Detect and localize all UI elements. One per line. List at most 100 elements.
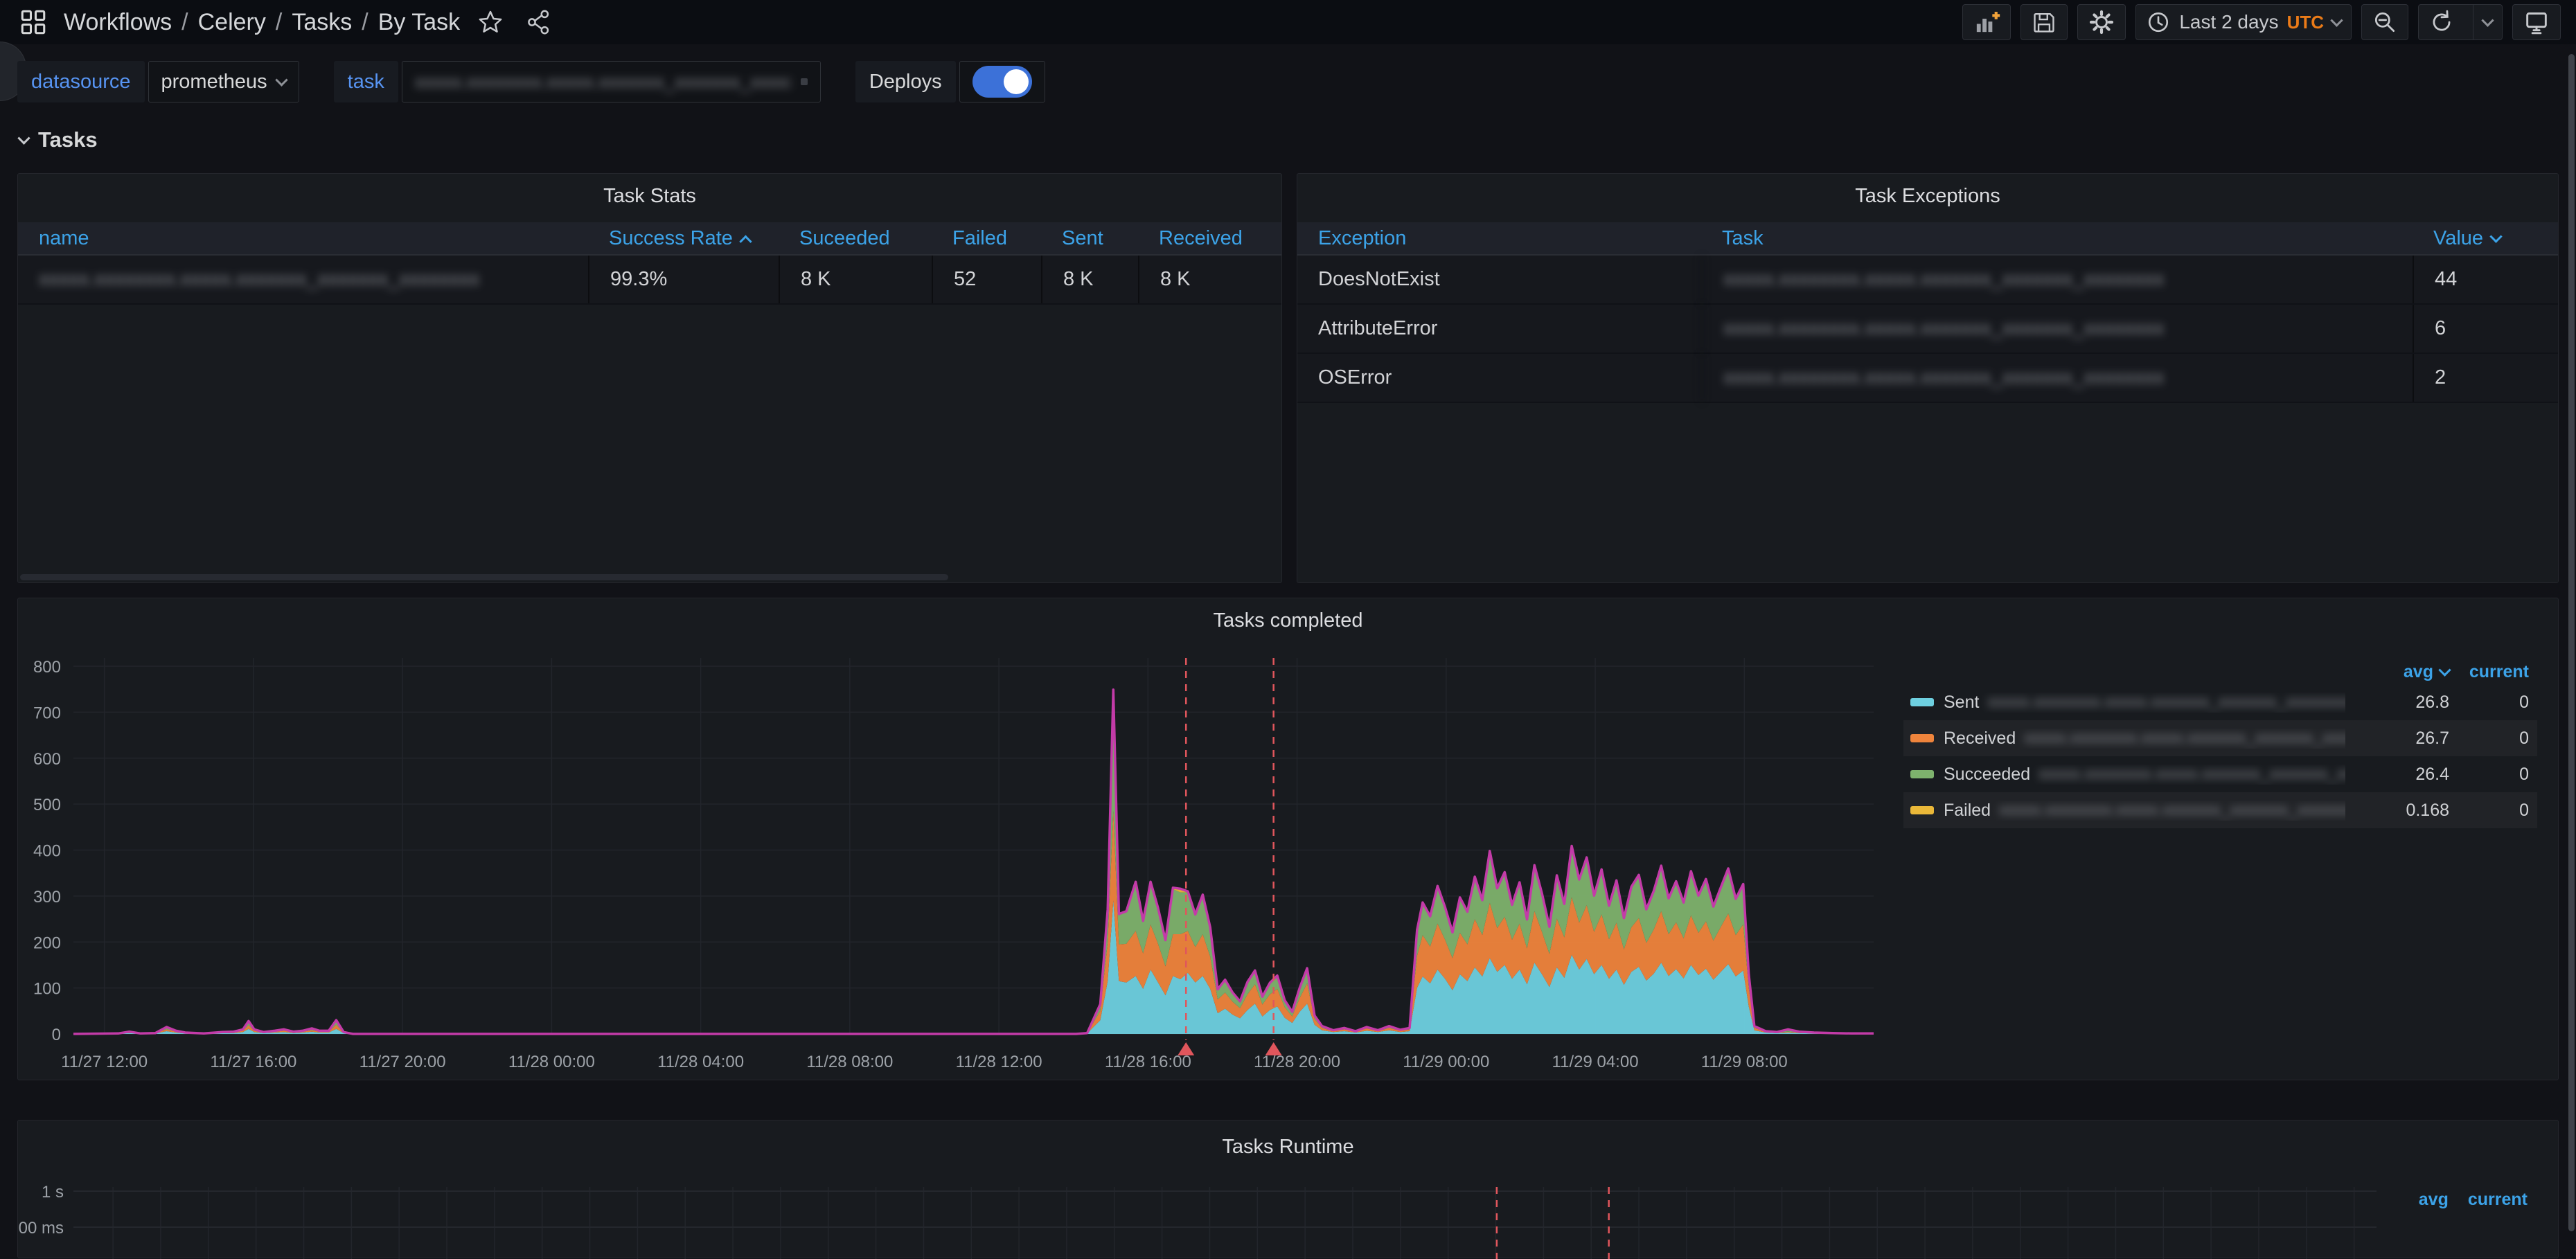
dashboard-submenu: datasource prometheus task xxxxx.xxxxxxx… [17, 61, 1045, 102]
save-dashboard-button[interactable] [2020, 4, 2068, 40]
refresh-button-group [2418, 4, 2503, 40]
add-panel-button[interactable] [1962, 4, 2011, 40]
star-icon[interactable] [472, 4, 508, 40]
legend-header-avg[interactable]: avg [2345, 662, 2449, 682]
dashboard-settings-button[interactable] [2077, 4, 2126, 40]
breadcrumb-separator: / [181, 9, 188, 36]
legend-current-value: 0 [2449, 765, 2529, 785]
legend-series: Succeeded xxxxx.xxxxxxxx.xxxxx.xxxxxxx_xx… [1910, 765, 2345, 785]
column-header-failed[interactable]: Failed [932, 222, 1041, 254]
refresh-interval-dropdown[interactable] [2473, 5, 2502, 39]
chevron-down-icon [2330, 14, 2343, 26]
panel-task-stats: Task Stats name Success Rate Suceeded Faile… [17, 173, 1282, 583]
breadcrumb-item[interactable]: Celery [198, 9, 266, 36]
series-color-swatch [1910, 806, 1934, 814]
masked-series-name: xxxxx.xxxxxxxx.xxxxx.xxxxxxx_xxxxxxx_xxx… [1999, 801, 2345, 820]
svg-text:1 s: 1 s [42, 1183, 64, 1202]
deploys-annotation-control: Deploys [855, 61, 1045, 102]
row-header-tasks[interactable]: Tasks [19, 127, 98, 152]
deploys-toggle-box [959, 61, 1045, 102]
table-row[interactable]: OSErrorxxxxx.xxxxxxxx.xxxxx.xxxxxxx_xxxx… [1297, 354, 2558, 403]
legend-row: Failed xxxxx.xxxxxxxx.xxxxx.xxxxxxx_xxxxx… [1903, 792, 2537, 828]
task-exceptions-table: Exception Task Value DoesNotExistxxxxx.xxxx… [1297, 222, 2558, 403]
column-header-name[interactable]: name [18, 222, 588, 254]
breadcrumb: Workflows/Celery/Tasks/By Task [64, 9, 460, 36]
horizontal-scrollbar[interactable] [20, 574, 948, 580]
table-row[interactable]: xxxxx.xxxxxxxx.xxxxx.xxxxxxx_xxxxxxx_xxx… [18, 256, 1281, 305]
legend-series-label[interactable]: Sent [1944, 693, 1979, 713]
task-stats-table: name Success Rate Suceeded Failed Sent Receiv… [18, 222, 1281, 305]
collapse-chevron-icon [17, 132, 30, 144]
vertical-scrollbar[interactable] [2568, 54, 2575, 1231]
column-header-label: Sent [1062, 227, 1103, 250]
legend-header-current[interactable]: current [2449, 662, 2529, 682]
zoom-out-icon [2372, 9, 2398, 35]
column-header-success-rate[interactable]: Success Rate [588, 222, 779, 254]
svg-text:11/28 16:00: 11/28 16:00 [1105, 1053, 1191, 1071]
column-header-label: Failed [952, 227, 1007, 250]
table-row[interactable]: AttributeErrorxxxxx.xxxxxxxx.xxxxx.xxxxx… [1297, 305, 2558, 354]
legend-avg-value: 0.168 [2345, 801, 2449, 821]
masked-series-name: xxxxx.xxxxxxxx.xxxxx.xxxxxxx_xxxxxxx_xxx… [2024, 729, 2345, 748]
refresh-button[interactable] [2419, 5, 2464, 39]
cell: 8 K [779, 256, 932, 303]
legend-current-value: 0 [2449, 801, 2529, 821]
breadcrumb-item[interactable]: Tasks [292, 9, 352, 36]
column-header-exception[interactable]: Exception [1297, 222, 1701, 254]
sort-caret-icon [739, 235, 752, 247]
table-header-row: Exception Task Value [1297, 222, 2558, 256]
legend-header-current[interactable]: current [2468, 1190, 2528, 1210]
column-header-label: name [39, 227, 89, 250]
table-header-row: name Success Rate Suceeded Failed Sent Receiv… [18, 222, 1281, 256]
cell: 44 [2413, 256, 2558, 303]
column-header-sent[interactable]: Sent [1041, 222, 1138, 254]
tv-kiosk-icon [2523, 8, 2550, 36]
table-row[interactable]: DoesNotExistxxxxx.xxxxxxxx.xxxxx.xxxxxxx… [1297, 256, 2558, 305]
variable-task: task xxxxx.xxxxxxxx.xxxxx.xxxxxxx_xxxxxx… [334, 61, 821, 102]
panel-task-exceptions: Task Exceptions Exception Task Value DoesNo… [1297, 173, 2559, 583]
legend-current-value: 0 [2449, 729, 2529, 749]
timezone-label: UTC [2287, 12, 2324, 33]
panel-title[interactable]: Task Stats [18, 185, 1281, 208]
breadcrumb-separator: / [276, 9, 282, 36]
column-header-succeeded[interactable]: Suceeded [779, 222, 932, 254]
column-header-label: Suceeded [799, 227, 890, 250]
svg-text:11/28 20:00: 11/28 20:00 [1254, 1053, 1340, 1071]
datasource-select[interactable]: prometheus [148, 61, 299, 102]
column-header-label: Exception [1318, 227, 1406, 250]
chevron-down-icon [2481, 14, 2494, 26]
svg-text:600: 600 [33, 750, 61, 769]
add-panel-icon [1973, 8, 2000, 36]
apps-grid-icon[interactable] [15, 4, 51, 40]
variable-label: datasource [17, 61, 145, 102]
legend-current-value: 0 [2449, 693, 2529, 713]
legend-avg-value: 26.7 [2345, 729, 2449, 749]
zoom-out-button[interactable] [2361, 4, 2408, 40]
svg-text:11/27 20:00: 11/27 20:00 [359, 1053, 446, 1071]
legend-series-label[interactable]: Failed [1944, 801, 1991, 821]
legend-series-label[interactable]: Succeeded [1944, 765, 2030, 785]
legend-header-row: avgcurrent [1903, 659, 2537, 684]
tasks-runtime-chart[interactable]: 1 s500 ms [18, 1120, 2559, 1259]
svg-text:0: 0 [52, 1026, 61, 1044]
deploys-toggle[interactable] [972, 66, 1032, 98]
column-header-label: Value [2433, 227, 2483, 250]
legend-series-label[interactable]: Received [1944, 729, 2016, 749]
masked-series-name: xxxxx.xxxxxxxx.xxxxx.xxxxxxx_xxxxxxx_xxx… [2038, 765, 2345, 784]
breadcrumb-item[interactable]: By Task [378, 9, 460, 36]
panel-title[interactable]: Task Exceptions [1297, 185, 2558, 208]
masked-series-name: xxxxx.xxxxxxxx.xxxxx.xxxxxxx_xxxxxxx_xxx… [1987, 693, 2345, 712]
column-header-received[interactable]: Received [1138, 222, 1281, 254]
toggle-knob [1004, 69, 1029, 94]
share-icon[interactable] [521, 4, 557, 40]
legend-avg-value: 26.4 [2345, 765, 2449, 785]
time-range-picker[interactable]: Last 2 days UTC [2135, 4, 2352, 40]
task-select[interactable]: xxxxx.xxxxxxxx.xxxxx.xxxxxxx_xxxxxxx_xxx… [402, 61, 821, 102]
column-header-value[interactable]: Value [2413, 222, 2558, 254]
column-header-task[interactable]: Task [1701, 222, 2413, 254]
svg-text:700: 700 [33, 704, 61, 722]
legend-header-avg[interactable]: avg [2419, 1190, 2449, 1210]
breadcrumb-item[interactable]: Workflows [64, 9, 172, 36]
cell-masked: xxxxx.xxxxxxxx.xxxxx.xxxxxxx_xxxxxxx_xxx… [1701, 305, 2413, 352]
kiosk-mode-button[interactable] [2512, 4, 2561, 40]
